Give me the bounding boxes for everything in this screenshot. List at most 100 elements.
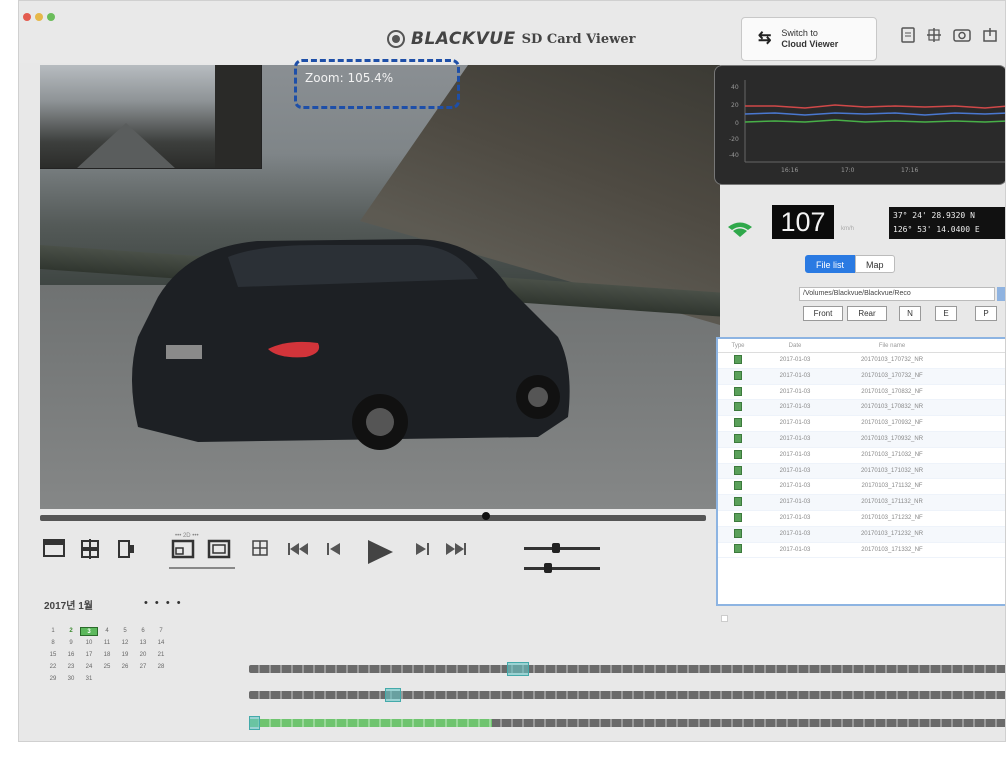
calendar-day[interactable]: 17	[80, 651, 98, 660]
column-header-type[interactable]: Type	[718, 339, 758, 352]
filter-rear-button[interactable]: Rear	[847, 306, 887, 321]
camera-icon[interactable]	[953, 27, 971, 45]
pip-road	[76, 123, 176, 168]
filter-front-button[interactable]: Front	[803, 306, 843, 321]
calendar-day[interactable]: 10	[80, 639, 98, 648]
speed-slider-knob[interactable]	[544, 563, 552, 573]
maximize-window-button[interactable]	[47, 13, 55, 21]
browse-folder-button[interactable]	[997, 287, 1005, 301]
minimize-window-button[interactable]	[35, 13, 43, 21]
skip-end-icon[interactable]	[443, 539, 469, 563]
file-row[interactable]: 2017-01-03 20170103_170732_NR	[718, 353, 1005, 369]
file-row[interactable]: 2017-01-03 20170103_170832_NF	[718, 385, 1005, 401]
filter-normal-button[interactable]: N	[899, 306, 921, 321]
calendar-day[interactable]: 14	[152, 639, 170, 648]
calendar-day[interactable]: 30	[62, 675, 80, 684]
calendar-day[interactable]: 20	[134, 651, 152, 660]
calendar-day[interactable]: 8	[44, 639, 62, 648]
file-name: 20170103_171032_NR	[860, 467, 924, 474]
calendar-day[interactable]: 3	[80, 627, 98, 636]
calendar-day[interactable]: 16	[62, 651, 80, 660]
file-row[interactable]: 2017-01-03 20170103_170832_NR	[718, 400, 1005, 417]
column-header-date[interactable]: Date	[758, 339, 832, 352]
export-icon[interactable]	[981, 27, 999, 45]
split-view-icon[interactable]	[77, 539, 103, 563]
calendar-day[interactable]: 15	[44, 651, 62, 660]
close-window-button[interactable]	[23, 13, 31, 21]
seek-bar[interactable]	[40, 512, 706, 521]
graph-x-label: 17:0	[841, 167, 855, 174]
file-row[interactable]: 2017-01-03 20170103_171132_NR	[718, 495, 1005, 511]
timeline-current-marker[interactable]	[506, 662, 530, 676]
calendar-day[interactable]: 26	[116, 663, 134, 672]
play-icon[interactable]	[363, 539, 397, 564]
file-row[interactable]: 2017-01-03 20170103_171332_NF	[718, 543, 1005, 559]
filter-parking-button[interactable]: P	[975, 306, 997, 321]
timeline-current-marker[interactable]	[249, 716, 261, 730]
file-row[interactable]: 2017-01-03 20170103_170732_NF	[718, 368, 1005, 385]
timeline-current-marker[interactable]	[385, 688, 401, 702]
file-row[interactable]: 2017-01-03 20170103_171132_NF	[718, 479, 1005, 496]
skip-start-icon[interactable]	[285, 539, 311, 563]
file-row[interactable]: 2017-01-03 20170103_170932_NF	[718, 416, 1005, 432]
calendar-day[interactable]: 19	[116, 651, 134, 660]
speed-unit: km/h	[841, 226, 855, 232]
filter-event-button[interactable]: E	[935, 306, 957, 321]
calendar-day[interactable]: 7	[152, 627, 170, 636]
file-name: 20170103_171132_NR	[861, 499, 923, 506]
calendar-day[interactable]: 23	[62, 663, 80, 672]
rear-camera-pip[interactable]	[40, 65, 262, 169]
calendar-day[interactable]: 21	[152, 651, 170, 660]
column-header-file-name[interactable]: File name	[832, 339, 952, 352]
calendar-day[interactable]: 24	[80, 663, 98, 672]
file-row[interactable]: 2017-01-03 20170103_171032_NR	[718, 463, 1005, 480]
timeline-track[interactable]	[249, 665, 1005, 673]
prev-frame-icon[interactable]	[323, 539, 345, 563]
calendar-day[interactable]: 27	[134, 663, 152, 672]
calendar-day[interactable]: 2	[62, 627, 80, 636]
switch-to-cloud-viewer-button[interactable]: ⇆ Switch to Cloud Viewer	[741, 17, 877, 61]
document-icon[interactable]	[899, 27, 917, 45]
checkbox[interactable]	[721, 615, 728, 622]
timeline-row-2[interactable]	[249, 688, 1005, 702]
front-view-icon[interactable]	[169, 539, 197, 563]
timeline-row-3[interactable]	[249, 716, 1005, 730]
next-frame-icon[interactable]	[411, 539, 433, 563]
calendar-day[interactable]: 25	[98, 663, 116, 672]
seek-knob[interactable]	[482, 512, 491, 520]
video-file-icon	[734, 465, 742, 475]
calendar-day[interactable]: 31	[80, 675, 98, 684]
fullscreen-icon[interactable]	[41, 539, 67, 563]
volume-slider[interactable]	[524, 543, 600, 553]
file-row[interactable]: 2017-01-03 20170103_171232_NR	[718, 526, 1005, 543]
folder-path-field[interactable]: /Volumes/Blackvue/Blackvue/Reco	[799, 287, 995, 301]
calendar-day[interactable]: 22	[44, 663, 62, 672]
rear-view-icon[interactable]	[205, 539, 233, 563]
calendar-day[interactable]: 5	[116, 627, 134, 636]
timeline-track[interactable]	[249, 691, 1005, 699]
calendar-day[interactable]: 18	[98, 651, 116, 660]
file-row[interactable]: 2017-01-03 20170103_171032_NF	[718, 448, 1005, 464]
settings-icon[interactable]	[925, 27, 943, 45]
calendar-day[interactable]: 6	[134, 627, 152, 636]
grid-icon[interactable]	[249, 539, 271, 563]
file-row[interactable]: 2017-01-03 20170103_170932_NR	[718, 431, 1005, 448]
tab-file-list[interactable]: File list	[805, 255, 856, 273]
pip-icon[interactable]	[113, 539, 139, 563]
calendar-nav[interactable]: • • • •	[144, 597, 183, 609]
calendar-empty-cell	[44, 615, 62, 624]
calendar-day[interactable]: 1	[44, 627, 62, 636]
tab-map[interactable]: Map	[855, 255, 895, 273]
file-row[interactable]: 2017-01-03 20170103_171232_NF	[718, 511, 1005, 527]
speed-slider[interactable]	[524, 563, 600, 573]
video-player[interactable]	[40, 65, 720, 509]
calendar-day[interactable]: 12	[116, 639, 134, 648]
timeline-row-1[interactable]	[249, 662, 1005, 676]
calendar-day[interactable]: 9	[62, 639, 80, 648]
calendar-day[interactable]: 29	[44, 675, 62, 684]
calendar-day[interactable]: 11	[98, 639, 116, 648]
calendar-day[interactable]: 28	[152, 663, 170, 672]
calendar-day[interactable]: 13	[134, 639, 152, 648]
calendar-day[interactable]: 4	[98, 627, 116, 636]
volume-slider-knob[interactable]	[552, 543, 560, 553]
